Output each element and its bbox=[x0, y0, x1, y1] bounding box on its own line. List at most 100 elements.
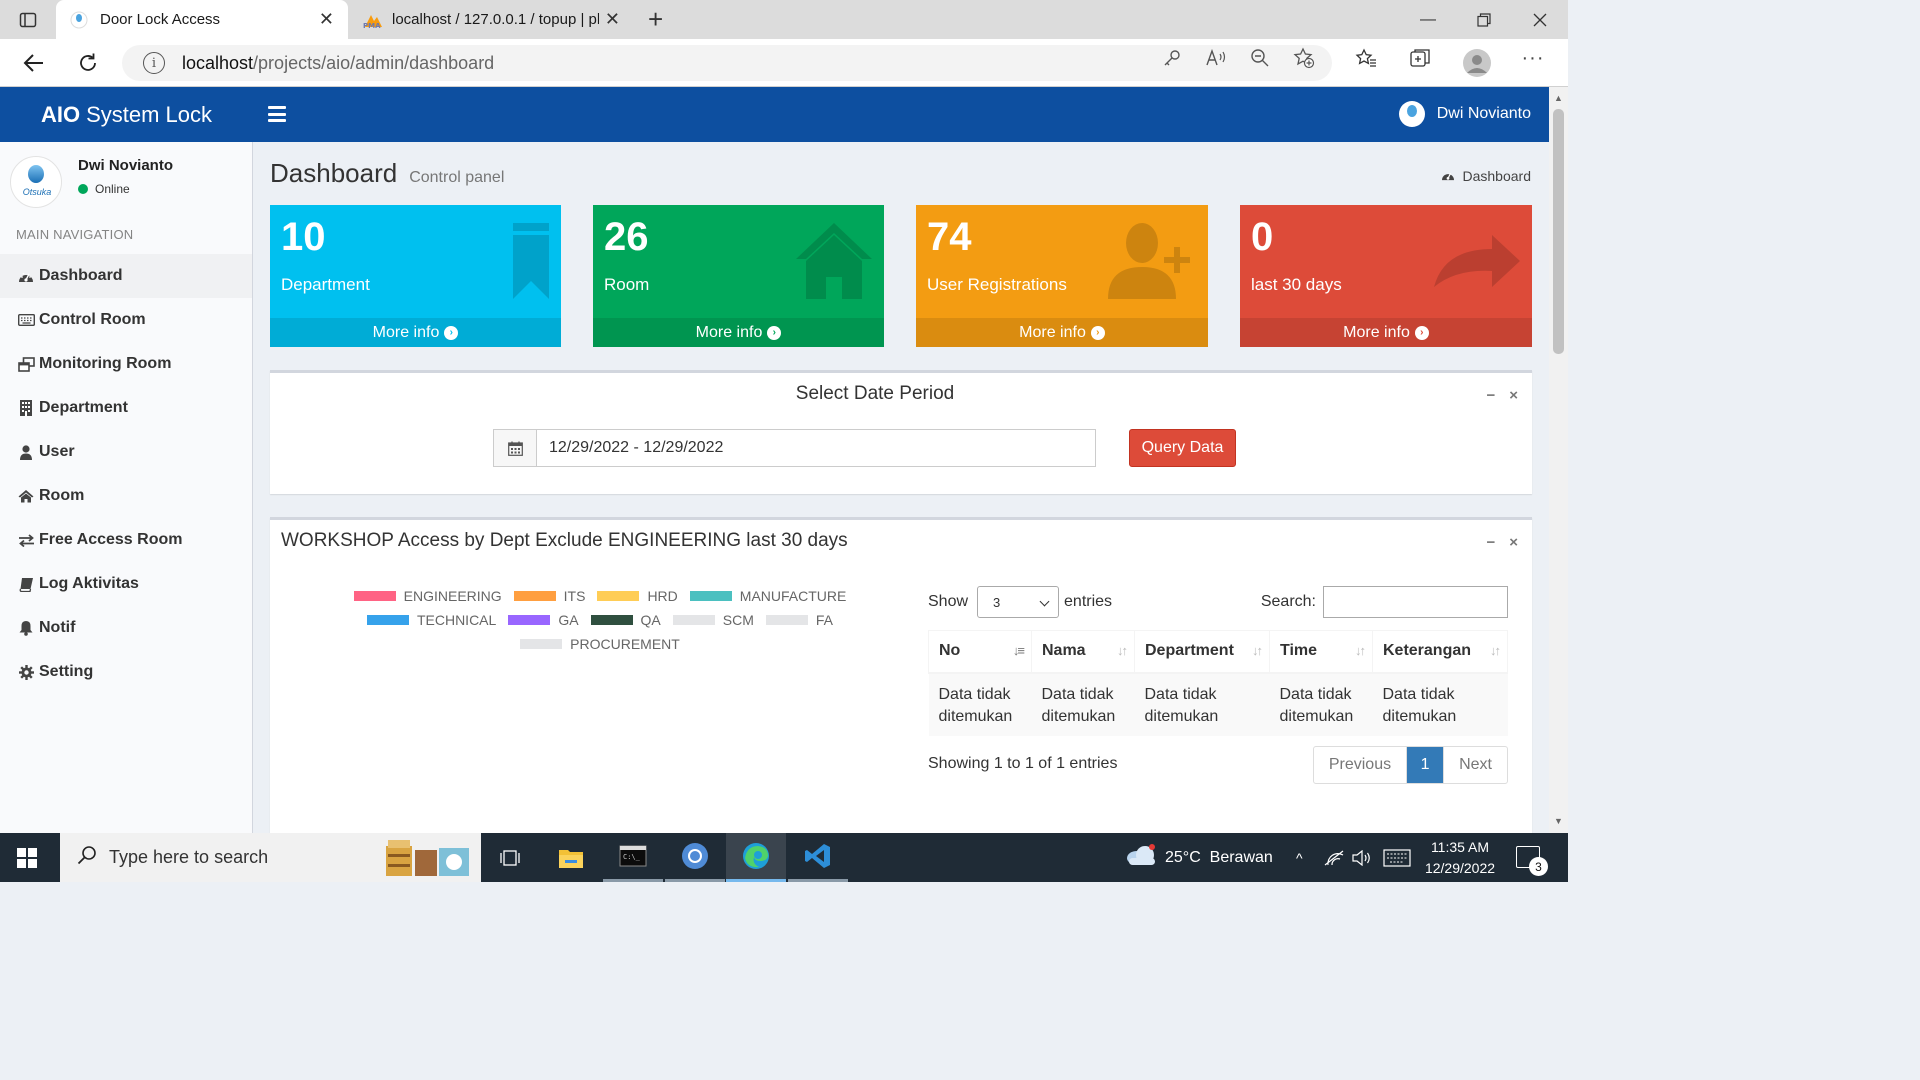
legend-item[interactable]: TECHNICAL bbox=[366, 612, 497, 628]
sidebar-item-label: Dashboard bbox=[39, 267, 123, 284]
legend-item[interactable]: ITS bbox=[513, 588, 585, 604]
key-icon[interactable] bbox=[1160, 46, 1184, 70]
settings-more-icon[interactable]: ··· bbox=[1521, 46, 1545, 70]
column-header-time[interactable]: Time ↓↑ bbox=[1269, 630, 1373, 674]
vscode-icon[interactable] bbox=[788, 833, 848, 882]
more-info-link[interactable]: More info › bbox=[1240, 318, 1532, 347]
collapse-icon[interactable]: − bbox=[1486, 534, 1495, 551]
close-tab-icon[interactable]: ✕ bbox=[605, 9, 620, 30]
query-data-button[interactable]: Query Data bbox=[1129, 429, 1236, 467]
more-info-link[interactable]: More info › bbox=[270, 318, 561, 347]
zoom-out-icon[interactable] bbox=[1248, 46, 1272, 70]
sidebar-item-label: Notif bbox=[39, 619, 76, 636]
add-favorite-icon[interactable] bbox=[1292, 46, 1316, 70]
task-view-icon[interactable] bbox=[481, 833, 541, 882]
sidebar-item-department[interactable]: Department bbox=[0, 386, 252, 430]
table-cell: Data tidak ditemukan bbox=[928, 672, 1032, 736]
url-field[interactable]: i localhost/projects/aio/admin/dashboard bbox=[122, 45, 1332, 81]
search-input[interactable] bbox=[1323, 586, 1508, 618]
weather-widget[interactable]: 25°C Berawan bbox=[1125, 833, 1273, 882]
sort-asc-icon: ↓≡ bbox=[1012, 643, 1025, 658]
legend-item[interactable]: PROCUREMENT bbox=[520, 636, 680, 652]
column-header-nama[interactable]: Nama ↓↑ bbox=[1031, 630, 1135, 674]
more-info-link[interactable]: More info › bbox=[916, 318, 1208, 347]
stat-value: 10 bbox=[281, 215, 326, 259]
chrome-icon[interactable] bbox=[665, 833, 725, 882]
column-header-department[interactable]: Department ↓↑ bbox=[1134, 630, 1270, 674]
scroll-down-icon[interactable]: ▼ bbox=[1554, 816, 1563, 826]
sidebar-item-room[interactable]: Room bbox=[0, 474, 252, 518]
sidebar-item-setting[interactable]: Setting bbox=[0, 650, 252, 694]
sidebar-item-log-aktivitas[interactable]: Log Aktivitas bbox=[0, 562, 252, 606]
sidebar-item-dashboard[interactable]: Dashboard bbox=[0, 254, 252, 298]
restore-icon[interactable] bbox=[1456, 0, 1512, 39]
sidebar-item-free-access-room[interactable]: Free Access Room bbox=[0, 518, 252, 562]
profile-avatar-icon[interactable] bbox=[1463, 49, 1491, 77]
network-icon[interactable] bbox=[1324, 833, 1344, 882]
next-button[interactable]: Next bbox=[1444, 747, 1507, 783]
windows-start-icon[interactable] bbox=[17, 848, 37, 868]
system-clock[interactable]: 11:35 AM 12/29/2022 bbox=[1415, 837, 1505, 879]
arrow-circle-right-icon: › bbox=[767, 325, 782, 340]
legend-swatch bbox=[353, 591, 396, 601]
site-info-icon[interactable]: i bbox=[143, 52, 165, 74]
close-icon[interactable]: × bbox=[1509, 387, 1518, 404]
file-explorer-icon[interactable] bbox=[541, 833, 601, 882]
legend-item[interactable]: FA bbox=[765, 612, 833, 628]
content-header: Dashboard Control panel bbox=[270, 158, 504, 189]
legend-item[interactable]: GA bbox=[508, 612, 579, 628]
reload-icon[interactable] bbox=[74, 49, 102, 77]
app-logo[interactable]: AIO System Lock bbox=[0, 87, 253, 142]
legend-item[interactable]: QA bbox=[590, 612, 661, 628]
sidebar-toggle-icon[interactable] bbox=[268, 106, 286, 122]
more-info-link[interactable]: More info › bbox=[593, 318, 884, 347]
header-user-menu[interactable]: Dwi Novianto bbox=[1398, 101, 1531, 127]
minimize-icon[interactable]: — bbox=[1400, 0, 1456, 39]
page-1-button[interactable]: 1 bbox=[1407, 747, 1445, 783]
read-aloud-icon[interactable] bbox=[1204, 46, 1228, 70]
scroll-up-icon[interactable]: ▲ bbox=[1554, 93, 1563, 103]
sidebar-item-monitoring-room[interactable]: Monitoring Room bbox=[0, 342, 252, 386]
tab-door-lock-access[interactable]: Door Lock Access ✕ bbox=[56, 0, 348, 39]
legend-label: TECHNICAL bbox=[416, 612, 497, 628]
legend-item[interactable]: SCM bbox=[672, 612, 754, 628]
tab-phpmyadmin[interactable]: PMA localhost / 127.0.0.1 / topup | phpM… bbox=[348, 0, 634, 39]
clock-time: 11:35 AM bbox=[1430, 839, 1490, 855]
date-range-input[interactable]: 12/29/2022 - 12/29/2022 bbox=[493, 429, 1096, 467]
edge-browser-icon[interactable] bbox=[726, 833, 786, 882]
show-hidden-icons-icon[interactable]: ^ bbox=[1296, 833, 1303, 882]
nav-heading: MAIN NAVIGATION bbox=[16, 227, 134, 242]
weather-text: 25°C Berawan bbox=[1165, 848, 1273, 866]
collapse-icon[interactable]: − bbox=[1486, 387, 1495, 404]
tab-actions-icon[interactable] bbox=[0, 0, 56, 39]
breadcrumb[interactable]: Dashboard bbox=[1441, 168, 1531, 184]
sidebar-item-control-room[interactable]: Control Room bbox=[0, 298, 252, 342]
legend-item[interactable]: HRD bbox=[597, 588, 678, 604]
column-header-keterangan[interactable]: Keterangan ↓↑ bbox=[1372, 630, 1508, 674]
keyboard-icon[interactable] bbox=[1383, 833, 1411, 882]
calendar-icon[interactable] bbox=[494, 430, 537, 466]
taskbar-search-box[interactable]: Type here to search bbox=[60, 833, 481, 882]
close-icon[interactable]: × bbox=[1509, 534, 1518, 551]
entries-select[interactable]: 3 bbox=[977, 586, 1060, 618]
scrollbar-thumb[interactable] bbox=[1553, 109, 1564, 354]
sidebar-item-user[interactable]: User bbox=[0, 430, 252, 474]
volume-icon[interactable] bbox=[1352, 833, 1372, 882]
back-arrow-icon[interactable] bbox=[20, 49, 48, 77]
close-window-icon[interactable] bbox=[1512, 0, 1568, 39]
legend-swatch bbox=[689, 591, 732, 601]
collections-icon[interactable] bbox=[1408, 46, 1432, 70]
user-icon bbox=[17, 444, 35, 460]
column-header-no[interactable]: No ↓≡ bbox=[928, 630, 1032, 674]
previous-button[interactable]: Previous bbox=[1314, 747, 1408, 783]
legend-item[interactable]: ENGINEERING bbox=[353, 588, 502, 604]
close-tab-icon[interactable]: ✕ bbox=[319, 9, 334, 30]
avatar: Otsuka bbox=[10, 156, 62, 208]
page-scrollbar[interactable]: ▲ ▼ bbox=[1549, 87, 1568, 833]
notification-center-icon[interactable]: 3 bbox=[1516, 846, 1548, 876]
terminal-icon[interactable]: C:\_ bbox=[603, 833, 663, 882]
sidebar-item-notif[interactable]: Notif bbox=[0, 606, 252, 650]
new-tab-button[interactable]: + bbox=[634, 0, 677, 39]
legend-item[interactable]: MANUFACTURE bbox=[689, 588, 846, 604]
favorites-icon[interactable] bbox=[1354, 46, 1378, 70]
